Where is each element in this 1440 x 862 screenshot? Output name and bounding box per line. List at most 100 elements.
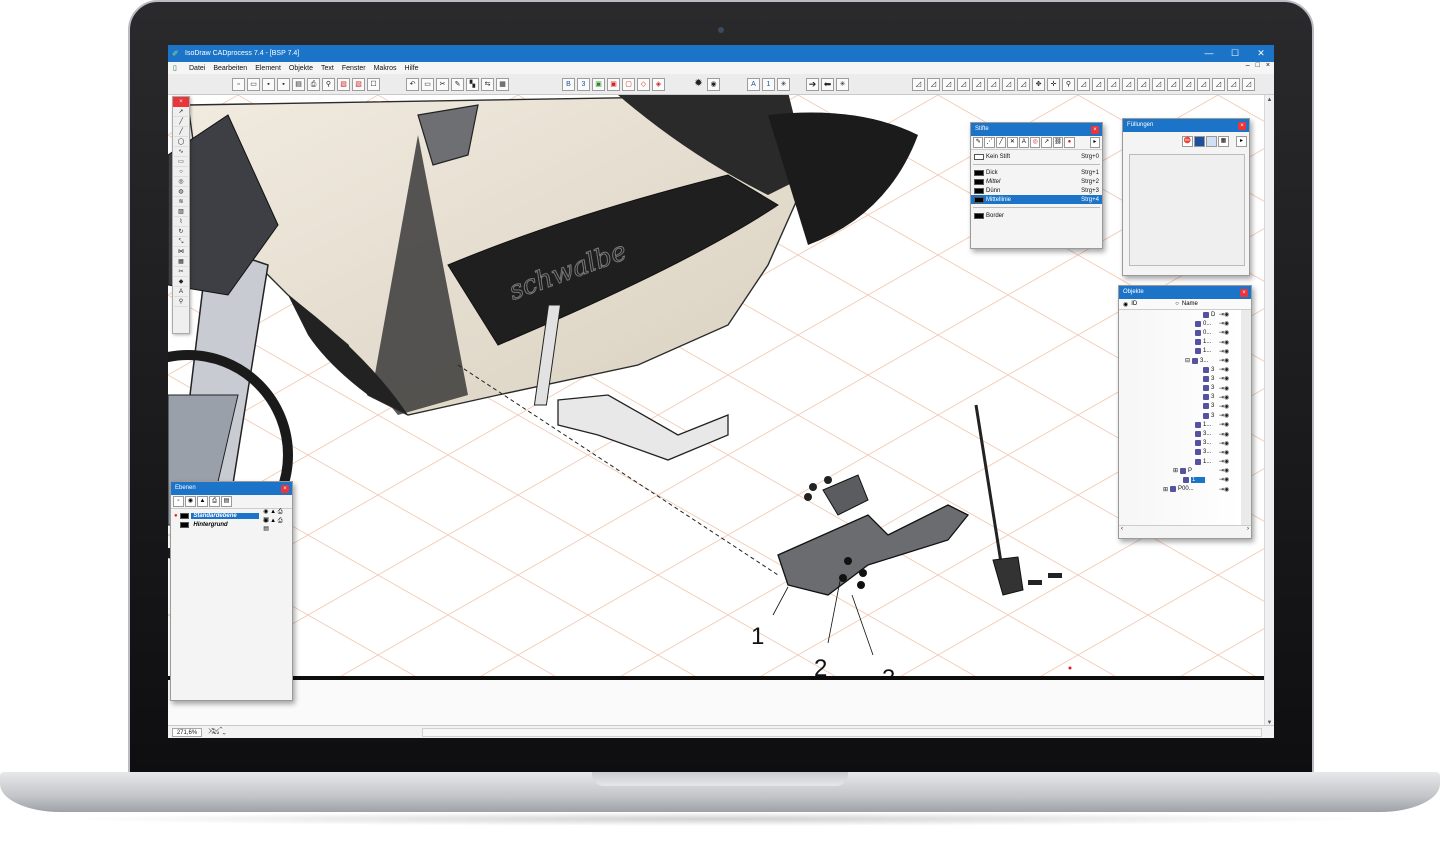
mirror-tool-icon[interactable]: ⋈ [174,248,188,257]
layer-lock-icon[interactable]: ▲ [197,496,208,507]
text-pen-icon[interactable]: A [1018,137,1030,148]
crosshair-icon[interactable]: ✛ [1047,78,1060,91]
group-icon[interactable]: ▣ [592,78,605,91]
pen-tool-icon[interactable]: ✎ [451,78,464,91]
preview-eye-icon[interactable]: ◉ [707,78,720,91]
dashed-pen-icon[interactable]: ⋰ [984,137,995,148]
circle-tool-icon[interactable]: ○ [174,168,188,177]
tree-row[interactable]: 3 ⇥◉ [1119,411,1241,420]
vertical-scrollbar[interactable]: ▲ ▼ [1264,95,1274,728]
render-icon[interactable]: ✹ [692,78,705,91]
menu-fenster[interactable]: Fenster [338,65,370,72]
expand-icon[interactable]: ⊞ [1163,486,1168,493]
fuellungen-menu-arrow-icon[interactable]: ▸ [1236,135,1247,147]
cylinder-tool-icon[interactable]: ◍ [174,188,188,197]
pen-row-border[interactable]: Border [971,211,1102,220]
iso-tool-19-icon[interactable]: ◿ [1227,78,1240,91]
scroll-up-icon[interactable]: ▲ [1265,97,1274,103]
iso-tool-4-icon[interactable]: ◿ [957,78,970,91]
fuellungen-close-icon[interactable]: × [1238,122,1246,130]
spring-tool-icon[interactable]: ⌇ [174,218,188,227]
magnifier-tool-icon[interactable]: ⚲ [174,298,188,307]
iso-tool-16-icon[interactable]: ◿ [1182,78,1195,91]
gradient-fill-icon[interactable] [1206,135,1217,147]
palette-close-icon[interactable]: × [173,97,189,107]
tree-row[interactable]: 1... ⇥◉ [1119,338,1241,347]
visibility-icons[interactable]: ⇥◉ [1219,449,1229,456]
iso-tool-9-icon[interactable]: ◿ [1077,78,1090,91]
menu-makros[interactable]: Makros [370,65,401,72]
save-as-icon[interactable]: ▪ [277,78,290,91]
line-alt-tool-icon[interactable]: ╱ [174,128,188,137]
fill-list[interactable] [1129,154,1245,266]
new-file-icon[interactable]: ▫ [232,78,245,91]
callout-number-button[interactable]: 1 [762,78,775,91]
visibility-icons[interactable]: ⇥◉ [1219,412,1229,419]
iso-tool-7-icon[interactable]: ◿ [1002,78,1015,91]
cube-icon[interactable]: ◇ [637,78,650,91]
radio-id-icon[interactable]: ◉ [1123,301,1128,308]
sparkle-icon[interactable]: ✳ [777,78,790,91]
iso-tool-10-icon[interactable]: ◿ [1092,78,1105,91]
rotate-tool-icon[interactable]: ↻ [174,228,188,237]
visibility-icons[interactable]: ⇥◉ [1219,375,1229,382]
pen-row-mittellinie[interactable]: Mittellinie Strg+4 [971,195,1102,204]
visibility-icons[interactable]: ⇥◉ [1219,421,1229,428]
menu-element[interactable]: Element [251,65,285,72]
iso-tool-5-icon[interactable]: ◿ [972,78,985,91]
iso-tool-11-icon[interactable]: ◿ [1107,78,1120,91]
arrow-left-icon[interactable]: ⬅ [821,78,834,91]
layer-row-hintergrund[interactable]: ● Hintergrund ◉ ▲ ⎙ ▤ [171,517,292,532]
pattern-fill-icon[interactable]: ▦ [1218,135,1229,147]
save-icon[interactable]: ▪ [262,78,275,91]
pen-row-dick[interactable]: Dick Strg+1 [971,168,1102,177]
frame-icon[interactable]: ▢ [622,78,635,91]
open-folder-icon[interactable]: ▭ [247,78,260,91]
iso-tool-8-icon[interactable]: ◿ [1017,78,1030,91]
visibility-icons[interactable]: ⇥◉ [1219,467,1229,474]
scale-tool-icon[interactable]: ⤡ [174,238,188,247]
solid-fill-icon[interactable] [1194,135,1205,147]
pen-row-duenn[interactable]: Dünn Strg+3 [971,186,1102,195]
text-tool-button[interactable]: A [747,78,760,91]
stifte-close-icon[interactable]: × [1091,126,1099,134]
line-tool-icon[interactable]: ╱ [174,118,188,127]
tree-row[interactable]: 3 ⇥◉ [1119,365,1241,374]
cross-pen-icon[interactable]: ✕ [1007,137,1018,148]
transform-icon[interactable]: ⇆ [481,78,494,91]
visibility-icons[interactable]: ⇥◉ [1219,320,1229,327]
doc-close-button[interactable]: × [1266,62,1270,69]
objekte-close-icon[interactable]: × [1240,289,1248,297]
iso-tool-15-icon[interactable]: ◿ [1167,78,1180,91]
zoom-icon[interactable]: ⚲ [1062,78,1075,91]
stifte-title-bar[interactable]: Stifte × [971,123,1102,136]
layer-state-icons[interactable]: ◉ ▲ ⎙ ▤ [263,517,289,532]
select-arrow-icon[interactable]: ➚ [174,108,188,117]
paste-icon[interactable]: ▦ [496,78,509,91]
visibility-icons[interactable]: ⇥◉ [1219,385,1229,392]
bezier-tool-icon[interactable]: ∿ [174,148,188,157]
tree-row[interactable]: 1... ⇥◉ [1119,420,1241,429]
visibility-icons[interactable]: ⇥◉ [1219,357,1229,364]
knife-tool-icon[interactable]: ✂ [174,268,188,277]
print-icon[interactable]: ⎙ [307,78,320,91]
tree-row[interactable]: 3 ⇥◉ [1119,402,1241,411]
tree-row[interactable]: 1... ⇥◉ [1119,347,1241,356]
stop-pen-icon[interactable]: ● [1064,137,1075,148]
layer-page-icon[interactable]: ▤ [221,496,232,507]
layer-new-icon[interactable]: ▫ [173,496,184,507]
layer-print-icon[interactable]: ⎙ [209,496,220,507]
menu-hilfe[interactable]: Hilfe [401,65,423,72]
iso-tool-14-icon[interactable]: ◿ [1152,78,1165,91]
doc-minimize-button[interactable]: – [1246,62,1250,69]
arrow-pen-icon[interactable]: ↗ [1041,137,1052,148]
pen-row-mittel[interactable]: Mittel Strg+2 [971,177,1102,186]
tree-row[interactable]: D ⇥◉ [1119,310,1241,319]
tree-row[interactable]: 3 ⇥◉ [1119,384,1241,393]
iso-tool-1-icon[interactable]: ◿ [912,78,925,91]
star-icon[interactable]: ✳ [836,78,849,91]
visibility-icons[interactable]: ⇥◉ [1219,311,1229,318]
fuellungen-title-bar[interactable]: Füllungen × [1123,119,1249,132]
visibility-icons[interactable]: ⇥◉ [1219,403,1229,410]
tree-row-selected[interactable]: 1 ⇥◉ [1119,475,1241,484]
